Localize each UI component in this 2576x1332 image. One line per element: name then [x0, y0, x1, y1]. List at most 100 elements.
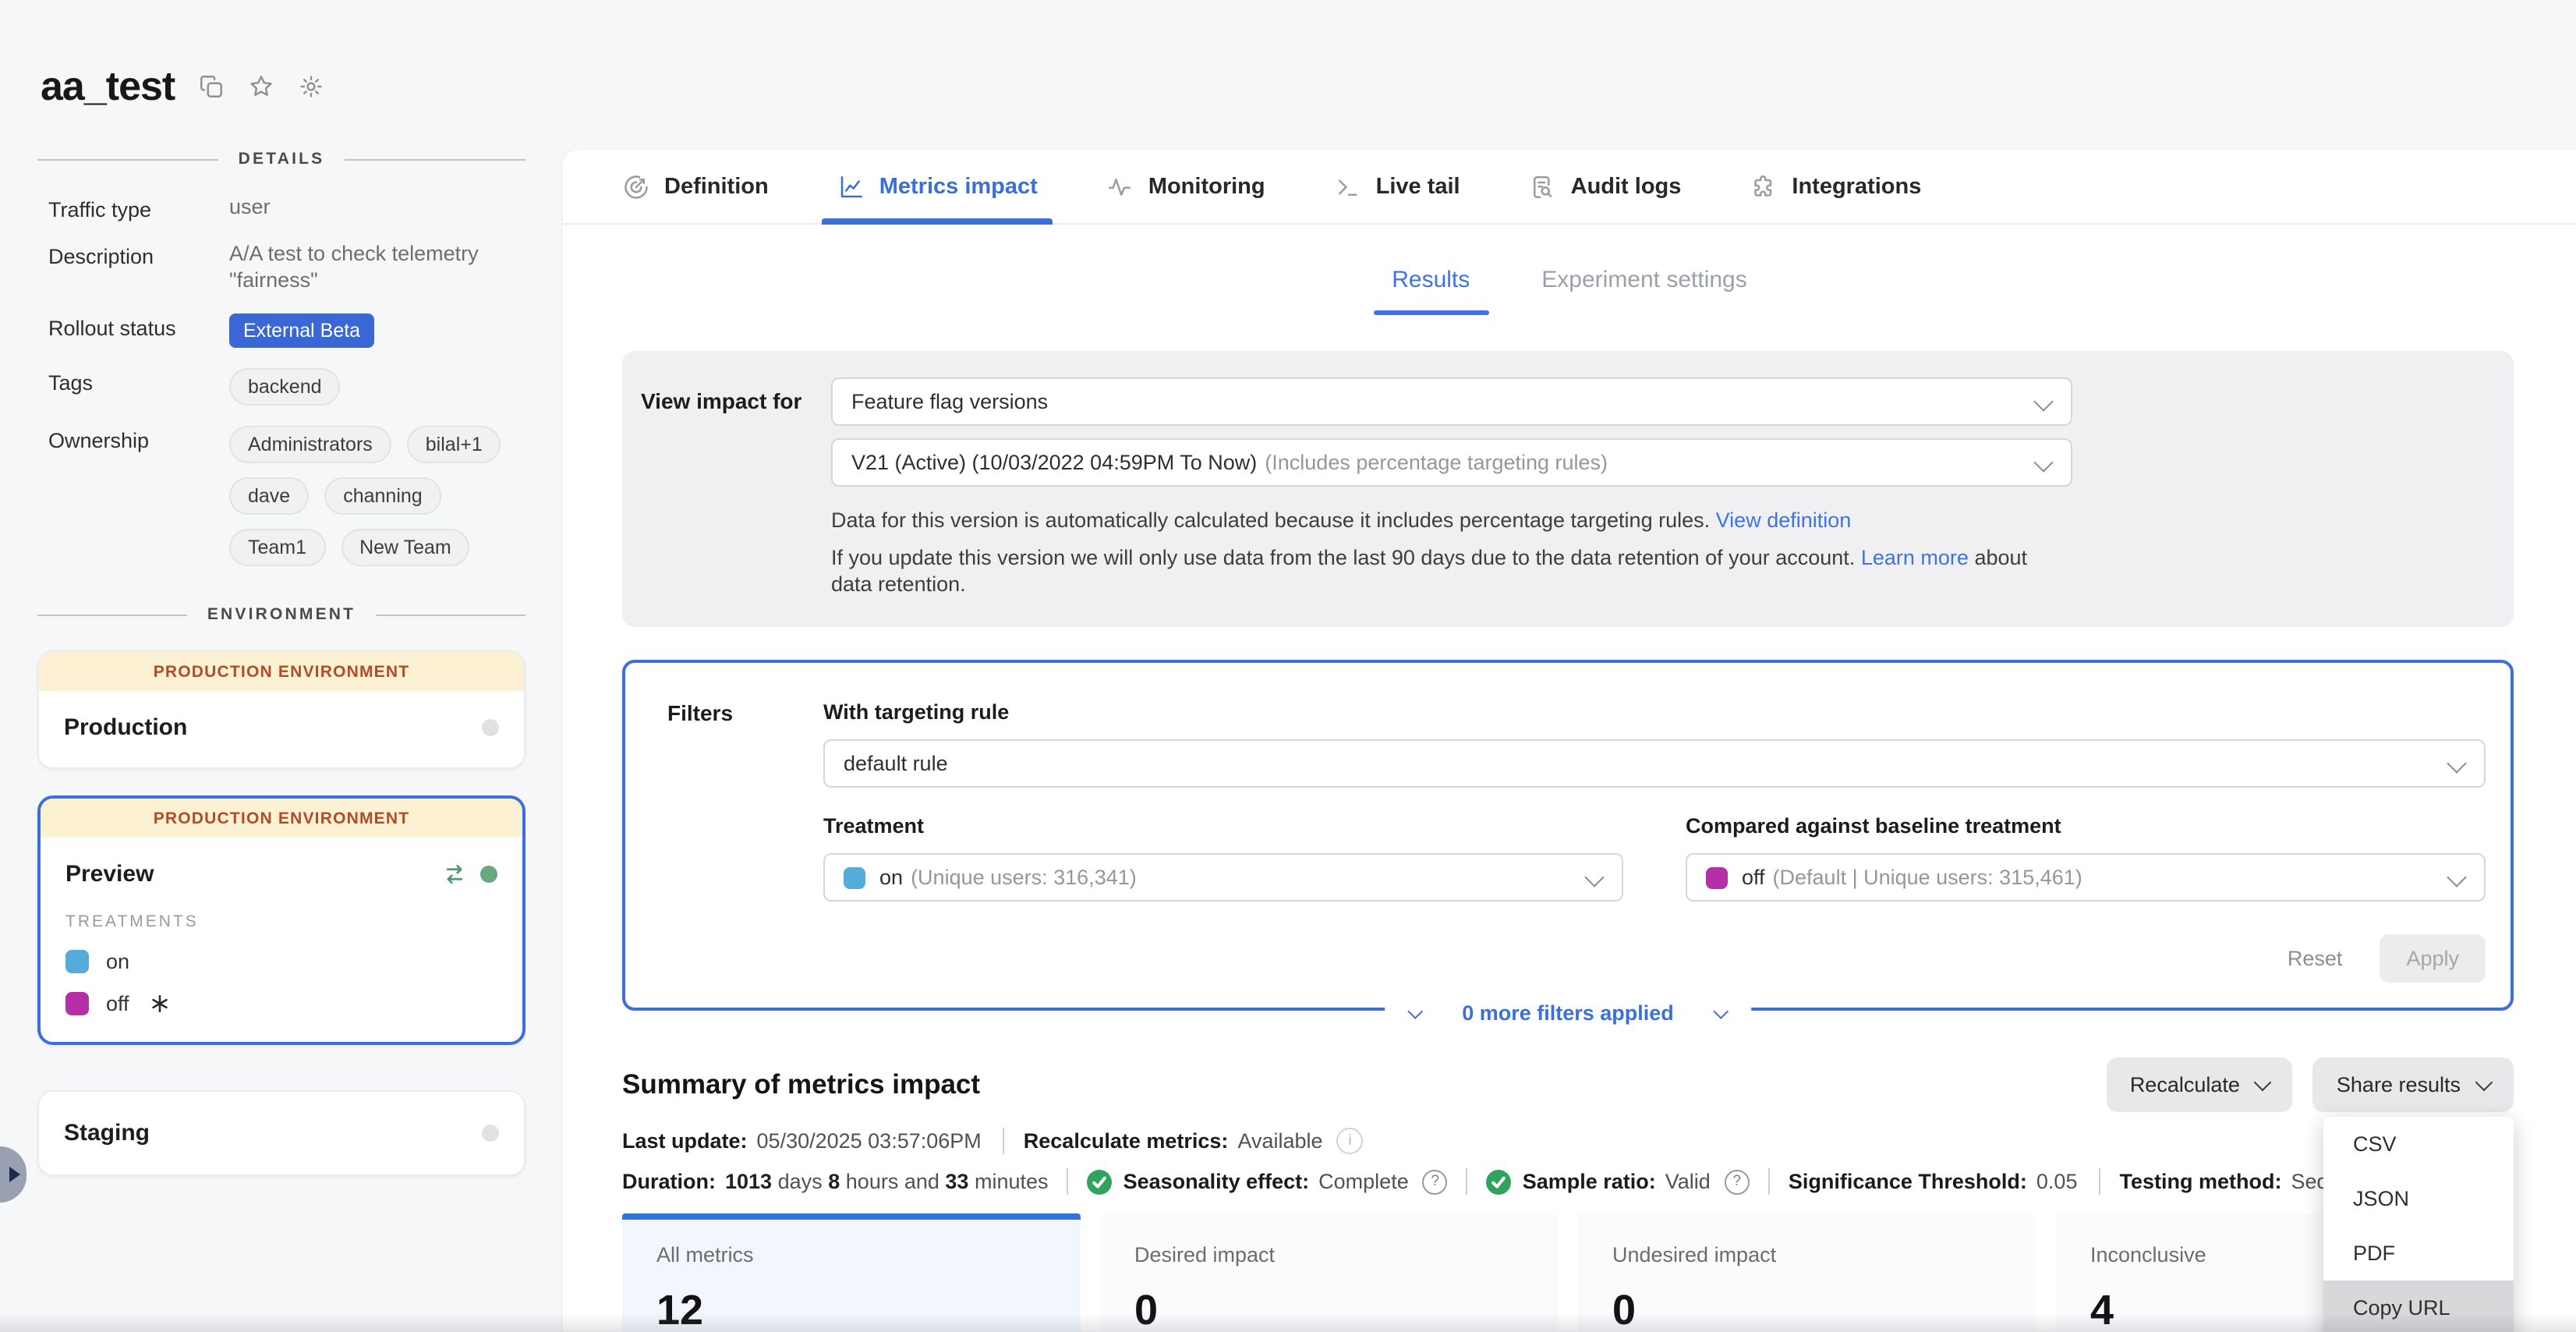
app-window: aa_test DETAILS Traffic type user Descri… — [0, 0, 2576, 1332]
swap-arrows-icon — [443, 863, 466, 886]
rollout-status-label: Rollout status — [48, 314, 223, 348]
treatments-heading: TREATMENTS — [65, 912, 497, 931]
tab-definition[interactable]: Definition — [622, 150, 769, 223]
tab-audit-logs[interactable]: Audit logs — [1529, 150, 1682, 223]
tab-live-tail[interactable]: Live tail — [1334, 150, 1460, 223]
check-circle-icon — [1487, 1169, 1512, 1194]
flag-title-row: aa_test — [37, 62, 525, 111]
menu-item-json[interactable]: JSON — [2323, 1171, 2514, 1226]
chevron-down-icon — [1714, 1004, 1729, 1019]
divider — [1768, 1168, 1770, 1195]
owner-chip: Administrators — [229, 426, 391, 463]
share-results-button[interactable]: Share results — [2313, 1057, 2514, 1112]
environment-heading: ENVIRONMENT — [207, 605, 356, 624]
chevron-down-icon — [2033, 391, 2053, 411]
summary-info-line-1: Last update: 05/30/2025 03:57:06PM Recal… — [622, 1128, 2514, 1154]
environment-card-production[interactable]: PRODUCTION ENVIRONMENT Production — [37, 650, 525, 769]
baseline-select[interactable]: off (Default | Unique users: 315,461) — [1686, 853, 2486, 902]
terminal-icon — [1334, 172, 1362, 200]
card-undesired-impact[interactable]: Undesired impact 0 — [1578, 1213, 2036, 1332]
targeting-rule-select[interactable]: default rule — [823, 739, 2486, 788]
chevron-down-icon — [2447, 867, 2466, 887]
treatment-off-swatch — [65, 992, 89, 1015]
results-subtab-bar: Results Experiment settings — [563, 267, 2576, 315]
summary-header-row: Summary of metrics impact Recalculate Sh… — [622, 1057, 2514, 1112]
traffic-type-value: user — [229, 195, 525, 221]
reset-button[interactable]: Reset — [2288, 947, 2343, 970]
treatment-label: Treatment — [823, 814, 1623, 838]
tab-bar: Definition Metrics impact Monitoring Liv… — [563, 150, 2576, 225]
card-desired-impact[interactable]: Desired impact 0 — [1100, 1213, 1558, 1332]
learn-more-link[interactable]: Learn more — [1861, 546, 1969, 569]
gear-icon[interactable] — [298, 73, 324, 100]
environment-card-preview[interactable]: PRODUCTION ENVIRONMENT Preview TREATMENT… — [37, 795, 525, 1045]
info-icon — [1337, 1128, 1364, 1154]
document-search-icon — [1529, 172, 1557, 200]
menu-item-csv[interactable]: CSV — [2323, 1117, 2514, 1171]
menu-item-pdf[interactable]: PDF — [2323, 1226, 2514, 1281]
version-select[interactable]: V21 (Active) (10/03/2022 04:59PM To Now)… — [831, 438, 2072, 487]
owner-chips: Administrators bilal+1 dave channing Tea… — [229, 426, 525, 566]
more-filters-toggle[interactable]: 0 more filters applied — [1384, 1001, 1752, 1025]
description-value: A/A test to check telemetry "fairness" — [229, 242, 525, 293]
owner-chip: New Team — [341, 529, 470, 566]
question-circle-icon[interactable] — [1725, 1169, 1750, 1194]
environment-card-staging[interactable]: Staging — [37, 1090, 525, 1176]
tab-monitoring[interactable]: Monitoring — [1106, 150, 1265, 223]
filters-section: Filters With targeting rule default rule… — [622, 660, 2514, 1011]
line-chart-icon — [837, 172, 865, 200]
env-name-production: Production — [64, 714, 187, 741]
tab-metrics-impact[interactable]: Metrics impact — [837, 150, 1038, 223]
chevron-down-icon — [1407, 1004, 1422, 1019]
environment-divider: ENVIRONMENT — [37, 605, 525, 624]
divider — [1067, 1168, 1069, 1195]
baseline-label: Compared against baseline treatment — [1686, 814, 2486, 838]
rollout-status-badge: External Beta — [229, 314, 374, 348]
subtab-results[interactable]: Results — [1392, 267, 1470, 315]
view-impact-label: View impact for — [641, 377, 831, 597]
subtab-experiment-settings[interactable]: Experiment settings — [1541, 267, 1746, 315]
tab-integrations[interactable]: Integrations — [1750, 150, 1921, 223]
main-panel: Definition Metrics impact Monitoring Liv… — [563, 150, 2576, 1332]
version-note-line1: Data for this version is automatically c… — [831, 507, 2072, 533]
status-dot-gray — [482, 719, 499, 736]
star-icon[interactable] — [248, 73, 274, 100]
version-note-line2: If you update this version we will only … — [831, 544, 2072, 597]
apply-button[interactable]: Apply — [2380, 934, 2486, 983]
divider — [1003, 1128, 1005, 1154]
production-environment-banner: PRODUCTION ENVIRONMENT — [41, 799, 522, 838]
details-heading: DETAILS — [239, 150, 325, 168]
summary-heading: Summary of metrics impact — [622, 1057, 980, 1101]
traffic-type-label: Traffic type — [48, 195, 223, 221]
view-definition-link[interactable]: View definition — [1716, 508, 1852, 532]
impact-type-select[interactable]: Feature flag versions — [831, 377, 2072, 426]
metric-summary-cards: All metrics 12 Desired impact 0 Undesire… — [622, 1213, 2514, 1332]
details-divider: DETAILS — [37, 150, 525, 168]
target-icon — [622, 172, 650, 200]
card-all-metrics[interactable]: All metrics 12 — [622, 1213, 1080, 1332]
divider — [2099, 1168, 2100, 1195]
page-title: aa_test — [41, 62, 175, 111]
copy-icon[interactable] — [198, 73, 225, 100]
chevron-down-icon — [2447, 753, 2466, 773]
chevron-down-icon — [2033, 452, 2053, 472]
recalculate-button[interactable]: Recalculate — [2107, 1057, 2293, 1112]
treatment-on-swatch — [65, 950, 89, 973]
env-name-preview: Preview — [65, 861, 154, 887]
status-dot-green — [480, 866, 497, 883]
chevron-right-icon — [9, 1167, 20, 1182]
treatment-off-label: off — [106, 992, 129, 1015]
env-name-staging: Staging — [64, 1120, 150, 1146]
treatment-select[interactable]: on (Unique users: 316,341) — [823, 853, 1623, 902]
treatment-on-label: on — [106, 950, 129, 973]
treatment-on-swatch — [844, 866, 865, 888]
production-environment-banner: PRODUCTION ENVIRONMENT — [39, 652, 524, 691]
details-list: Traffic type user Description A/A test t… — [37, 195, 525, 566]
question-circle-icon[interactable] — [1423, 1169, 1448, 1194]
tags-label: Tags — [48, 368, 223, 406]
treatment-off-swatch — [1706, 866, 1728, 888]
divider — [1467, 1168, 1468, 1195]
status-dot-gray — [482, 1125, 499, 1142]
puzzle-icon — [1750, 172, 1778, 200]
menu-item-copy-url[interactable]: Copy URL — [2323, 1281, 2514, 1332]
